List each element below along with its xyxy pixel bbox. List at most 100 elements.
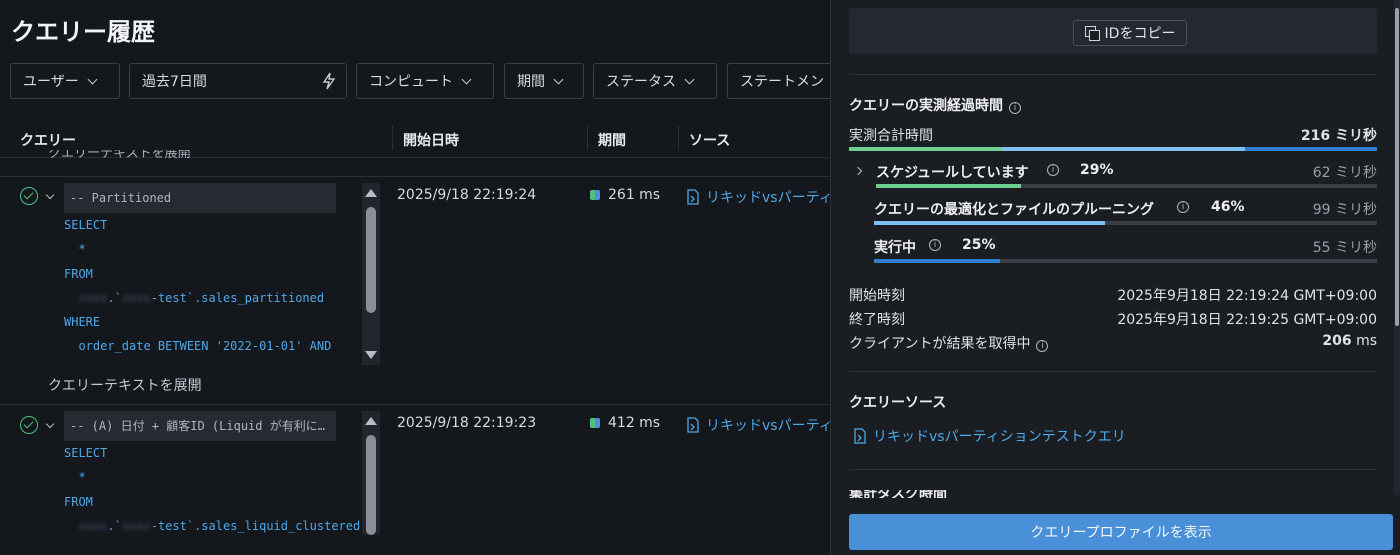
end-time-label: 終了時刻 [849, 312, 905, 328]
query-history-list: クエリー履歴 ユーザー 過去7日間 コンピュート 期間 ステータス ステートメン… [0, 0, 830, 555]
info-icon[interactable]: i [1047, 164, 1059, 176]
status-filter[interactable]: ステータス [593, 63, 717, 99]
elapsed-title-text: クエリーの実測経過時間 [849, 98, 1003, 114]
code-line: FROM [64, 494, 93, 509]
info-icon[interactable]: i [1009, 102, 1021, 114]
info-icon[interactable]: i [929, 239, 941, 251]
duration-value: 261 ms [608, 187, 661, 203]
stage-name: クエリーの最適化とファイルのプルーニング [874, 202, 1154, 218]
chevron-down-icon[interactable] [45, 190, 55, 200]
code-line: WHERE [64, 315, 101, 330]
aggregated-task-time-title: 集計タスク時間 [849, 490, 947, 498]
start-time-label: 開始時刻 [849, 288, 905, 304]
chevron-down-icon [461, 74, 472, 84]
stage-bar [876, 184, 1377, 188]
copy-id-button[interactable]: IDをコピー [1073, 20, 1187, 46]
chevron-right-icon[interactable] [853, 166, 863, 176]
copy-id-label: IDをコピー [1104, 26, 1176, 42]
row-divider [0, 176, 830, 177]
code-line: * [64, 470, 86, 485]
success-check-icon [20, 187, 38, 205]
scroll-up-icon[interactable] [365, 189, 377, 197]
row-divider [0, 404, 830, 405]
info-icon[interactable]: i [1036, 340, 1049, 352]
stage-ms: 62 ミリ秒 [1312, 165, 1377, 181]
stage-bar [874, 259, 1377, 263]
column-header-duration[interactable]: 期間 [598, 130, 626, 150]
code-scrollbar[interactable] [362, 183, 380, 365]
query-code[interactable]: -- Partitioned SELECT * FROM xxxx.`xxxx-… [64, 183, 364, 363]
code-line: xxxx.`xxxx-test`.sales_liquid_clustered [78, 518, 361, 533]
chevron-down-icon [684, 74, 695, 84]
source-link[interactable]: リキッドvsパーティ [686, 187, 830, 207]
view-query-profile-button[interactable]: クエリープロファイルを表示 [849, 514, 1393, 550]
section-divider [849, 371, 1377, 372]
column-divider[interactable] [392, 126, 393, 150]
start-time-row: 開始時刻 2025年9月18日 22:19:24 GMT+09:00 [849, 285, 1377, 305]
scroll-thumb[interactable] [366, 435, 376, 535]
query-code[interactable]: -- (A) 日付 + 顧客ID (Liquid が有利に… SELECT * … [64, 411, 364, 535]
redacted-text: xxxx [121, 518, 151, 533]
scroll-down-icon[interactable] [365, 351, 377, 359]
query-detail-panel: IDをコピー クエリーの実測経過時間 i 実測合計時間 216 ミリ秒 スケジュー… [830, 0, 1400, 555]
column-header-start[interactable]: 開始日時 [403, 130, 459, 150]
notebook-icon [687, 189, 699, 205]
date-range-filter[interactable]: 過去7日間 [129, 63, 347, 99]
source-name: リキッドvsパーティ [706, 418, 830, 434]
column-header-query[interactable]: クエリー [20, 130, 76, 150]
table-name: -test`.sales_liquid_clustered [150, 518, 361, 533]
code-line: FROM [64, 266, 93, 281]
info-icon[interactable]: i [1177, 201, 1189, 213]
scroll-thumb[interactable] [1395, 8, 1399, 326]
source-name: リキッドvsパーティ [706, 190, 830, 206]
table-name: -test`.sales_partitioned [150, 290, 325, 305]
user-filter[interactable]: ユーザー [10, 63, 120, 99]
scroll-thumb[interactable] [366, 207, 376, 313]
total-bar-segment [849, 147, 1003, 151]
code-line: SELECT [64, 446, 108, 460]
stage-name: スケジュールしています [876, 165, 1029, 181]
section-divider [849, 469, 1377, 470]
column-divider[interactable] [678, 126, 679, 150]
user-filter-label: ユーザー [23, 74, 79, 90]
fetch-results-label: クライアントが結果を取得中 [849, 336, 1031, 352]
end-time-value: 2025年9月18日 22:19:25 GMT+09:00 [1117, 312, 1377, 328]
statement-filter[interactable]: ステートメン [727, 63, 830, 99]
compute-filter[interactable]: コンピュート [356, 63, 494, 99]
stage-ms: 99 ミリ秒 [1312, 202, 1377, 218]
stage-bar-fill [876, 184, 1022, 188]
stage-ms: 55 ミリ秒 [1312, 240, 1377, 256]
duration-icon [590, 190, 600, 200]
start-time: 2025/9/18 22:19:24 [397, 187, 537, 203]
duration-icon [590, 418, 600, 428]
query-source-link[interactable]: リキッドvsパーティションテストクエリ [853, 426, 1126, 446]
code-scrollbar[interactable] [362, 411, 380, 535]
total-time-label: 実測合計時間 [849, 128, 933, 144]
lightning-icon [322, 72, 336, 90]
chevron-down-icon[interactable] [45, 419, 55, 429]
expand-query-text-cut: クエリーテキストを展開 [48, 150, 191, 161]
stage-percent: 29% [1080, 162, 1114, 178]
redacted-text: xxxx [78, 518, 108, 533]
stage-bar-fill [874, 221, 1106, 225]
chevron-down-icon [553, 74, 564, 84]
fetch-results-value: 206 ms [1322, 333, 1377, 349]
total-time-value: 216 ミリ秒 [1300, 128, 1377, 144]
code-line: * [64, 242, 86, 257]
section-divider [849, 74, 1377, 75]
redacted-text: xxxx [121, 290, 151, 305]
scroll-up-icon[interactable] [365, 417, 377, 425]
stage-percent: 46% [1211, 199, 1245, 215]
expand-query-text[interactable]: クエリーテキストを展開 [48, 375, 202, 395]
source-link[interactable]: リキッドvsパーティ [686, 415, 830, 435]
code-comment: -- Partitioned [64, 183, 336, 213]
panel-scrollbar[interactable] [1394, 0, 1400, 495]
total-time-bar [849, 147, 1377, 151]
query-id-box: IDをコピー [849, 8, 1377, 54]
start-time-value: 2025年9月18日 22:19:24 GMT+09:00 [1117, 288, 1377, 304]
stage-bar [874, 221, 1377, 225]
duration-filter[interactable]: 期間 [504, 63, 584, 99]
column-divider[interactable] [587, 126, 588, 150]
page-title: クエリー履歴 [11, 18, 155, 46]
column-header-source[interactable]: ソース [689, 130, 730, 150]
